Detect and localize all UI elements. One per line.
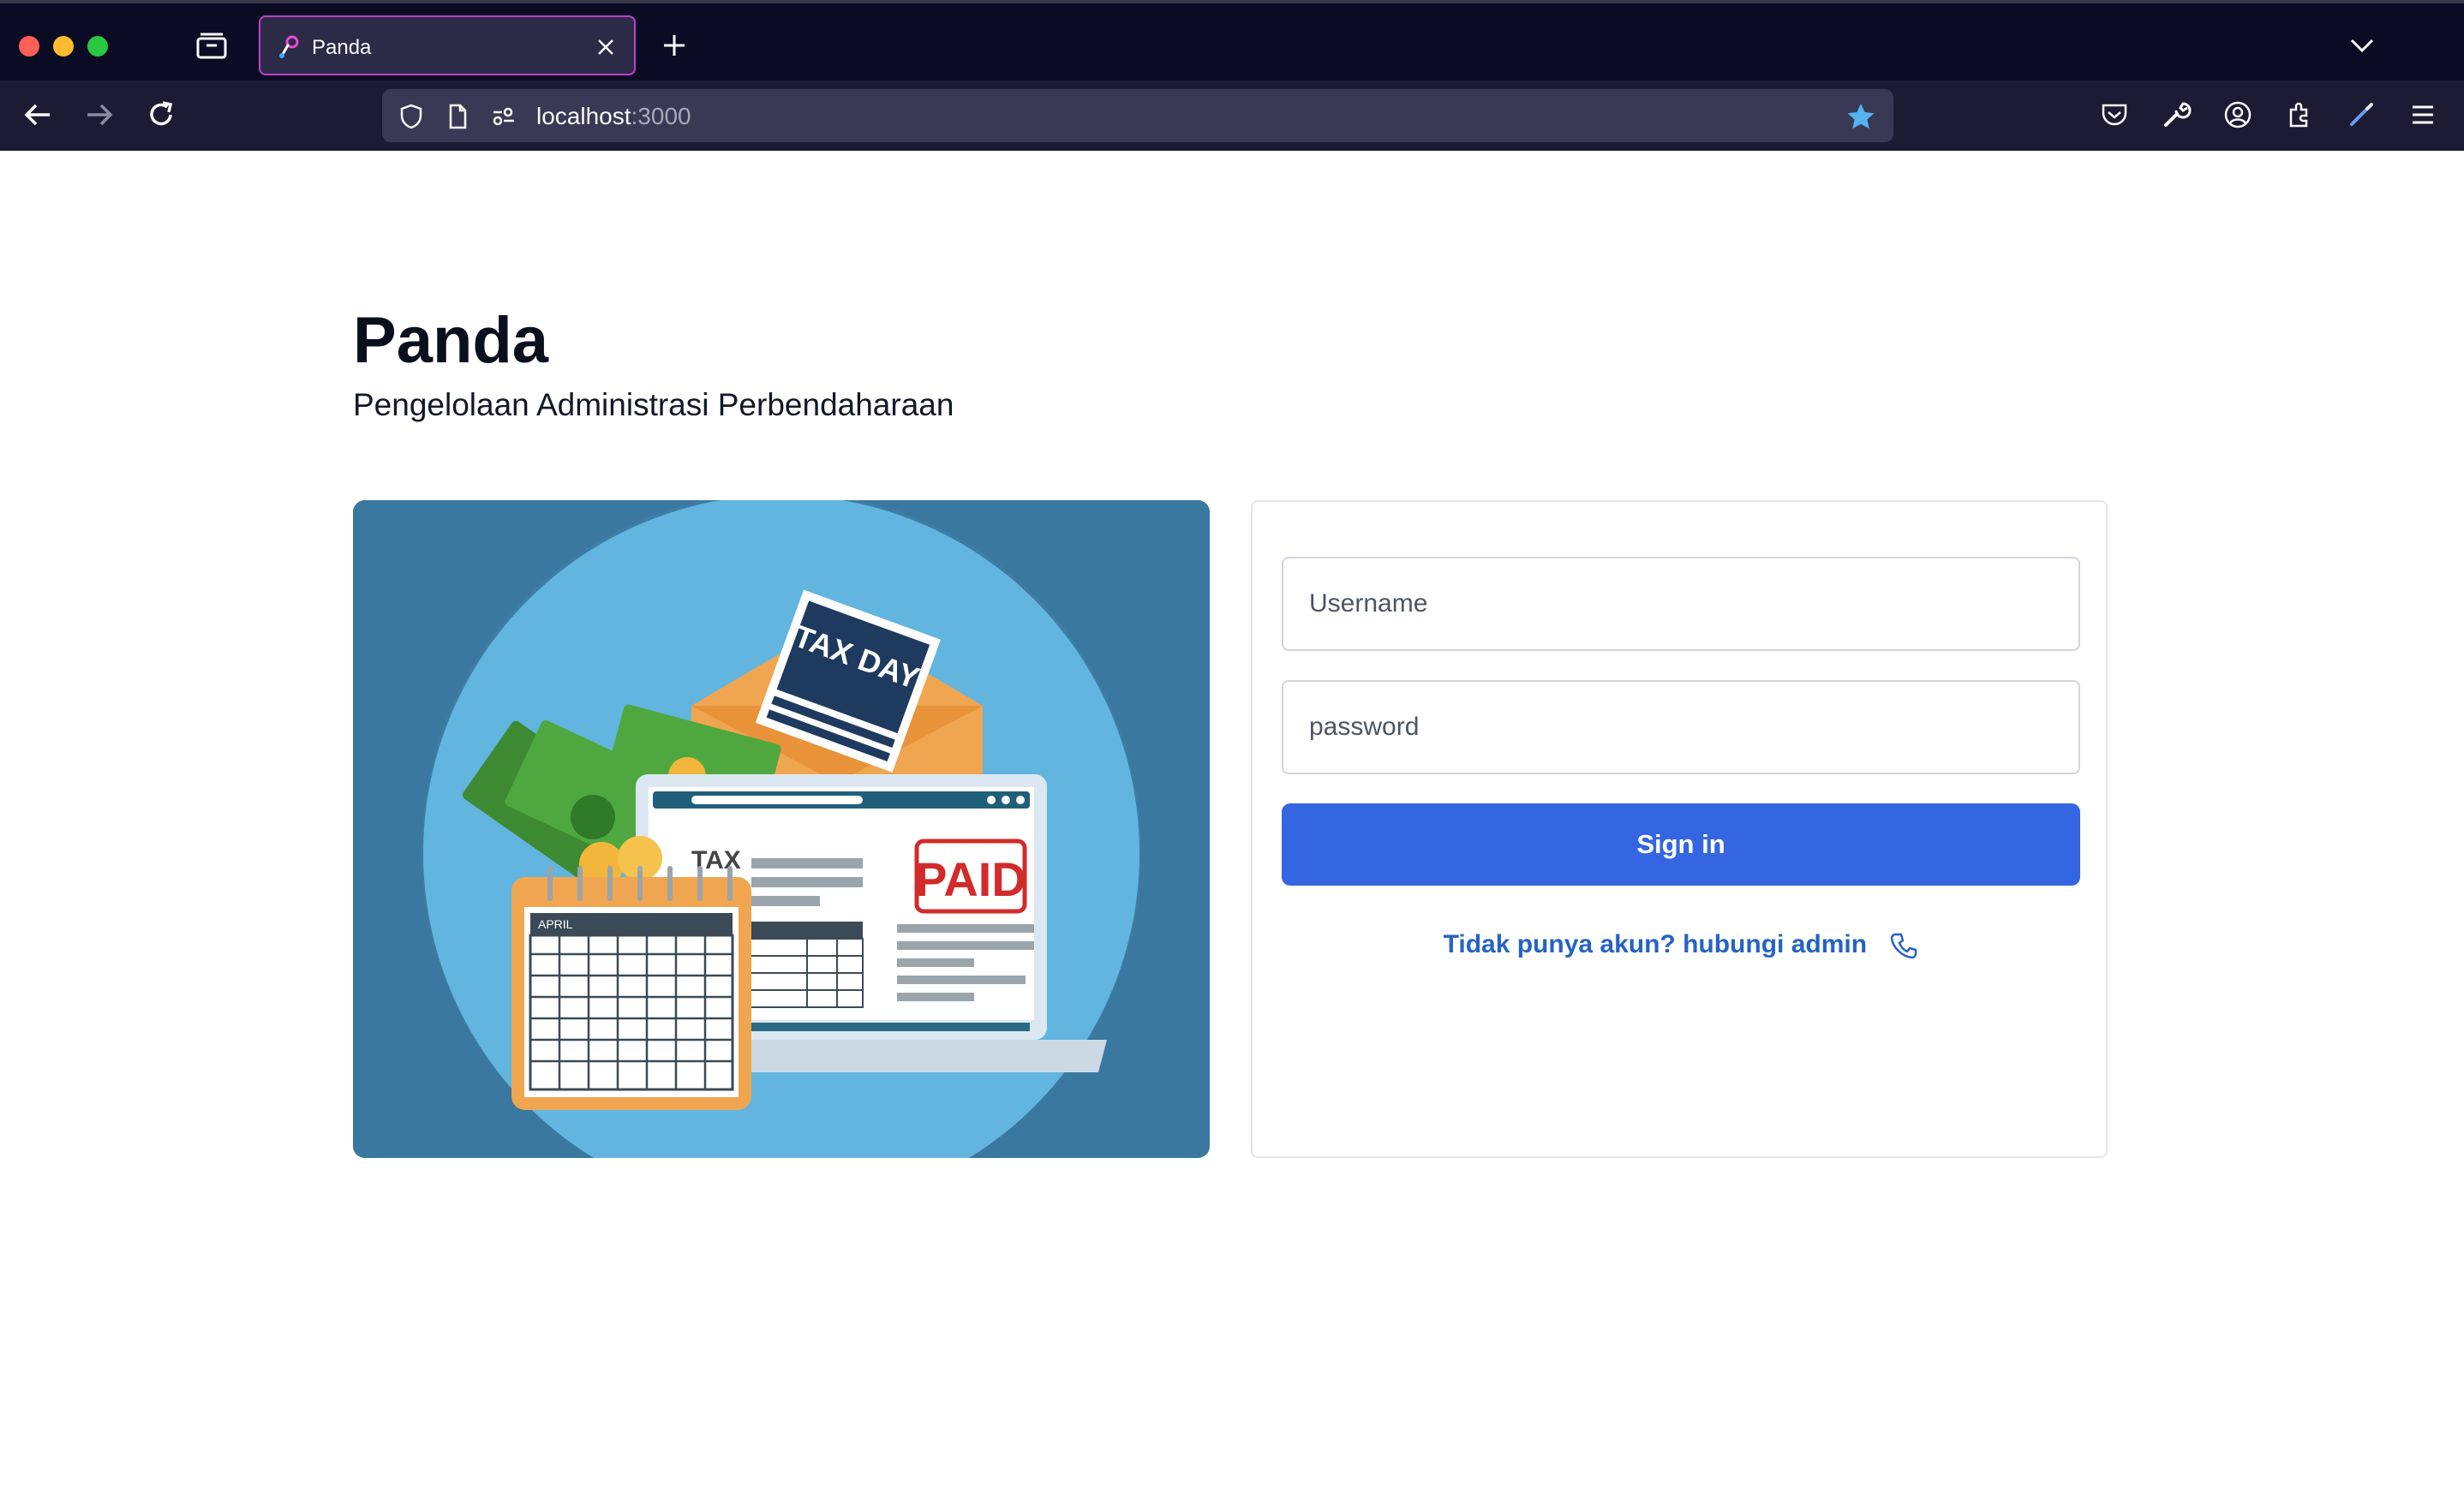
panda-favicon-icon [279, 35, 299, 58]
bookmark-star-icon[interactable] [1845, 101, 1876, 132]
address-bar[interactable]: localhost:3000 [382, 89, 1893, 142]
contact-admin-link[interactable]: Tidak punya akun? hubungi admin [1253, 930, 2109, 960]
close-window-button[interactable] [19, 36, 39, 57]
browser-navbar: localhost:3000 [0, 81, 2464, 151]
account-icon[interactable] [2222, 99, 2253, 130]
tab-title: Panda [312, 36, 372, 59]
reload-icon[interactable] [144, 98, 178, 132]
login-card: Sign in Tidak punya akun? hubungi admin [1251, 500, 2108, 1158]
shield-icon[interactable] [398, 103, 425, 130]
chevron-down-icon[interactable] [2347, 33, 2377, 58]
calendar-month-text: APRIL [538, 917, 573, 931]
contact-admin-text[interactable]: Tidak punya akun? hubungi admin [1444, 930, 1867, 958]
site-permissions-icon[interactable] [490, 103, 517, 130]
extensions-icon[interactable] [2284, 99, 2315, 130]
paid-stamp-text: PAID [915, 852, 1026, 906]
minimize-window-button[interactable] [53, 36, 74, 57]
tax-illustration-graphic: TAX DAY TAX PAID APRIL [353, 500, 1210, 1158]
menu-icon[interactable] [2407, 99, 2438, 130]
wrench-icon[interactable] [2161, 99, 2192, 130]
sign-in-button[interactable]: Sign in [1282, 803, 2080, 886]
calendar-graphic: APRIL [511, 866, 751, 1110]
maximize-window-button[interactable] [87, 36, 108, 57]
back-arrow-icon[interactable] [21, 98, 55, 132]
phone-icon[interactable] [1889, 931, 1918, 960]
forward-arrow-icon[interactable] [82, 98, 117, 132]
page-icon[interactable] [444, 103, 471, 130]
password-input[interactable] [1282, 680, 2080, 774]
tab-overview-icon[interactable] [195, 31, 228, 60]
pocket-icon[interactable] [2099, 99, 2130, 130]
browser-tab[interactable]: Panda [259, 15, 636, 75]
new-tab-icon[interactable] [660, 31, 689, 60]
username-input[interactable] [1282, 557, 2080, 651]
url-text[interactable]: localhost:3000 [536, 103, 691, 130]
close-tab-icon[interactable] [595, 36, 617, 58]
browser-titlebar: Panda [0, 0, 2464, 81]
eyedropper-icon[interactable] [2346, 99, 2377, 130]
page-subtitle: Pengelolaan Administrasi Perbendaharaan [353, 387, 954, 422]
page-title: Panda [353, 304, 549, 377]
tax-illustration: TAX DAY TAX PAID APRIL [353, 500, 1210, 1158]
